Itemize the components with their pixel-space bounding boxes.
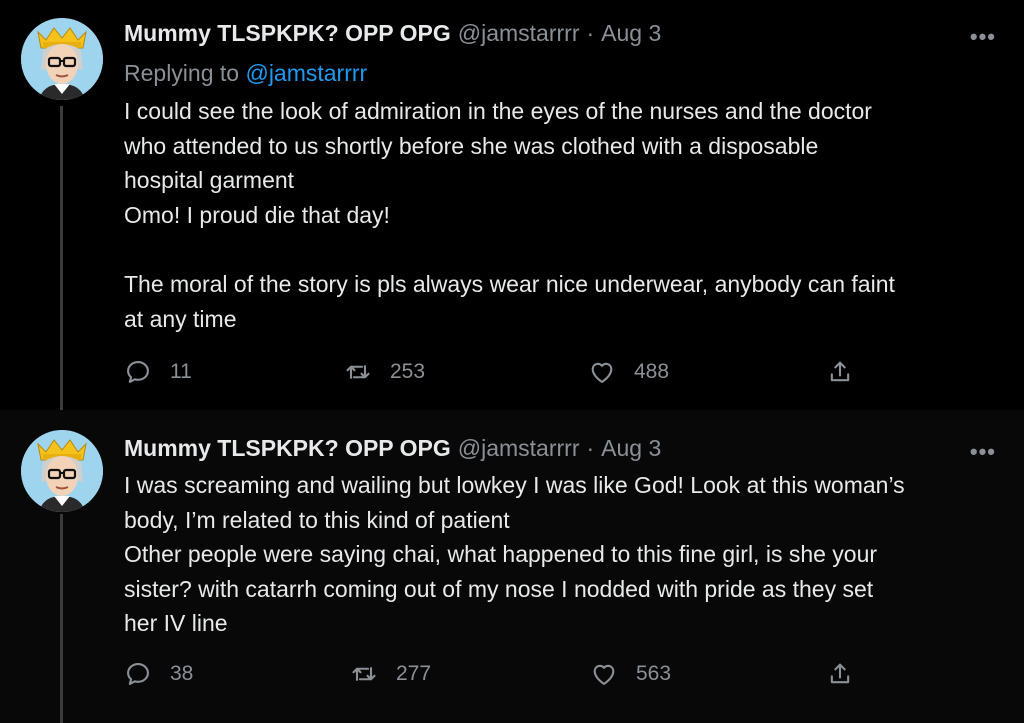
retweet-count: 253 [390, 360, 426, 383]
author-handle[interactable]: @jamstarrrr [458, 20, 580, 47]
tweet-date[interactable]: Aug 3 [601, 435, 661, 462]
tweet-1[interactable]: Mummy TLSPKPK? OPP OPG @jamstarrrr · Aug… [0, 0, 1024, 410]
like-count: 488 [634, 360, 670, 383]
reply-button[interactable]: 11 [124, 358, 192, 386]
share-button[interactable] [826, 358, 872, 386]
reply-icon [127, 663, 149, 685]
more-options-icon[interactable]: ••• [970, 439, 996, 465]
heart-icon [593, 664, 615, 685]
share-icon [830, 361, 850, 382]
more-options-icon[interactable]: ••• [970, 24, 996, 50]
avatar-image [21, 430, 103, 512]
tweet-date[interactable]: Aug 3 [601, 20, 661, 47]
reply-button[interactable]: 38 [124, 660, 193, 688]
retweet-icon [346, 365, 370, 379]
tweet-actions: 11 253 488 [124, 358, 864, 398]
retweet-count: 277 [396, 662, 432, 685]
author-handle[interactable]: @jamstarrrr [458, 435, 580, 462]
heart-icon [591, 362, 613, 383]
thread-line [60, 106, 63, 410]
separator: · [586, 20, 595, 46]
avatar[interactable] [21, 18, 103, 100]
tweet-header: Mummy TLSPKPK? OPP OPG @jamstarrrr · Aug… [124, 435, 661, 462]
tweet-text: I could see the look of admiration in th… [124, 98, 895, 332]
retweet-button[interactable]: 277 [350, 660, 431, 688]
share-button[interactable] [826, 660, 872, 688]
avatar-image [21, 18, 103, 100]
tweet-text: I was screaming and wailing but lowkey I… [124, 472, 905, 637]
tweet-actions: 38 277 563 [124, 660, 864, 700]
reply-icon [127, 361, 149, 383]
reply-count: 11 [170, 360, 192, 383]
like-count: 563 [636, 662, 672, 685]
replying-to-label: Replying to [124, 60, 240, 86]
retweet-button[interactable]: 253 [344, 358, 425, 386]
like-button[interactable]: 488 [588, 358, 669, 386]
thread-line [60, 514, 63, 723]
avatar[interactable] [21, 430, 103, 512]
share-icon [830, 663, 850, 684]
author-name[interactable]: Mummy TLSPKPK? OPP OPG [124, 435, 451, 462]
tweet-header: Mummy TLSPKPK? OPP OPG @jamstarrrr · Aug… [124, 20, 661, 47]
tweet-2[interactable]: Mummy TLSPKPK? OPP OPG @jamstarrrr · Aug… [0, 410, 1024, 723]
like-button[interactable]: 563 [590, 660, 671, 688]
tweet-thread: Mummy TLSPKPK? OPP OPG @jamstarrrr · Aug… [0, 0, 1024, 723]
author-name[interactable]: Mummy TLSPKPK? OPP OPG [124, 20, 451, 47]
retweet-icon [352, 667, 376, 681]
separator: · [586, 435, 595, 461]
reply-count: 38 [170, 662, 194, 685]
replying-to: Replying to @jamstarrrr [124, 60, 367, 87]
replying-to-mention[interactable]: @jamstarrrr [245, 60, 367, 86]
